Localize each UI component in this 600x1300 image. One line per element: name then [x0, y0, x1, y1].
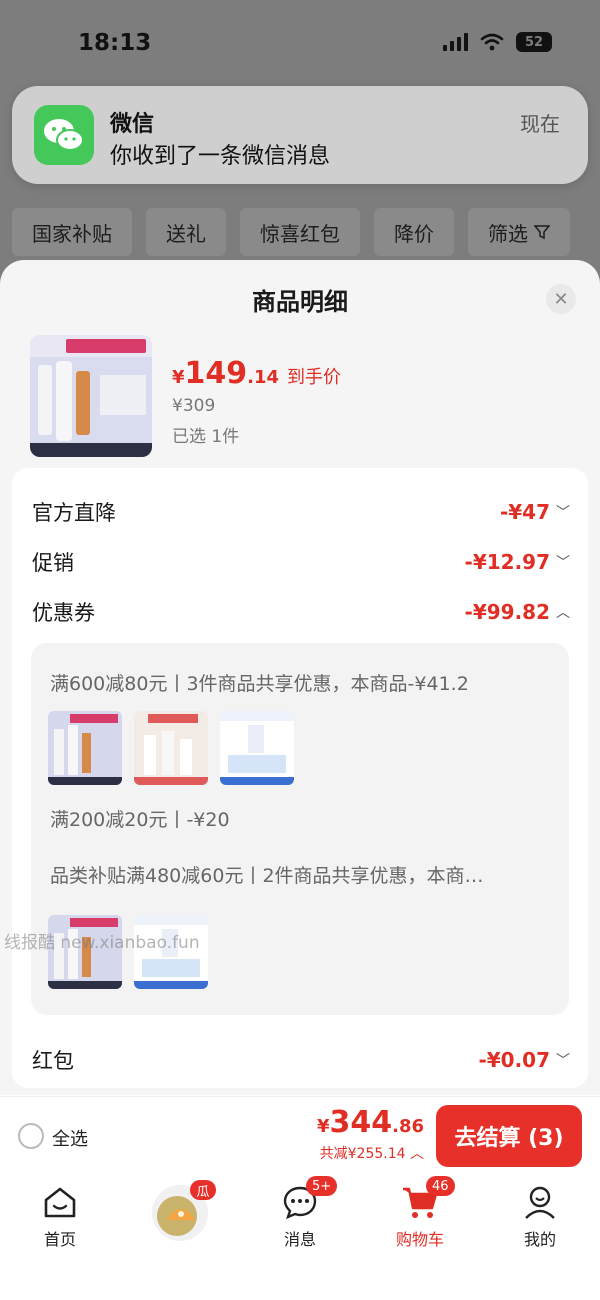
chevron-down-icon: ﹀ [556, 1053, 570, 1069]
filter-chip-gift[interactable]: 送礼 [146, 208, 226, 256]
row-label: 红包 [32, 1049, 74, 1073]
chevron-down-icon: ﹀ [556, 505, 570, 521]
filter-label: 国家补贴 [32, 221, 112, 246]
coupon-line: 满200减20元丨-¥20 [50, 809, 230, 831]
tab-bar: 首页 瓜 5+ 消息 46 购物车 我的 [0, 1174, 600, 1300]
signal-icon [443, 33, 468, 51]
product-thumbnail [48, 711, 122, 785]
notification-time: 现在 [520, 112, 560, 136]
tab-label: 购物车 [395, 1230, 444, 1249]
filter-row: 国家补贴 送礼 惊喜红包 降价 筛选 [12, 208, 570, 256]
promo-badge: 瓜 [190, 1180, 216, 1200]
coupon-line: 品类补贴满480减60元丨2件商品共享优惠，本商… [50, 865, 484, 887]
total-currency: ¥ [316, 1116, 330, 1137]
filter-chip-filter[interactable]: 筛选 [468, 208, 570, 256]
filter-chip-red-packet[interactable]: 惊喜红包 [240, 208, 360, 256]
red-packet-row[interactable]: 红包 -¥0.07 ﹀ [32, 1040, 570, 1080]
selected-count: 已选 1件 [172, 427, 240, 447]
total-decimal: .86 [392, 1116, 424, 1137]
total-saved-text: 共减¥255.14 [319, 1146, 406, 1162]
total-price: ¥ 344 .86 [317, 1105, 424, 1140]
official-cut-row[interactable]: 官方直降 -¥47 ﹀ [32, 492, 570, 532]
tab-home[interactable]: 首页 [0, 1180, 120, 1250]
close-button[interactable]: ✕ [546, 284, 576, 314]
filter-label: 送礼 [166, 221, 206, 246]
price-suffix: 到手价 [287, 367, 342, 388]
filter-chip-subsidy[interactable]: 国家补贴 [12, 208, 132, 256]
battery-icon: 52 [516, 32, 552, 52]
chevron-up-icon: ︿ [556, 605, 570, 621]
checkout-bar: 全选 ¥ 344 .86 共减¥255.14 ︿ 去结算 (3) [0, 1096, 600, 1174]
status-bar: 18:13 52 [0, 0, 600, 88]
original-price: ¥309 [172, 396, 216, 416]
row-value: -¥99.82 [464, 600, 550, 624]
tab-mine[interactable]: 我的 [480, 1180, 600, 1250]
checkout-button[interactable]: 去结算 (3) [436, 1105, 582, 1167]
watermark: 线报酷 new.xianbao.fun [4, 933, 200, 953]
wifi-icon [480, 33, 504, 51]
promotion-row[interactable]: 促销 -¥12.97 ﹀ [32, 542, 570, 582]
cart-badge: 46 [426, 1176, 455, 1196]
row-label: 优惠券 [32, 601, 95, 625]
tab-label: 消息 [283, 1230, 316, 1249]
price-integer: 149 [184, 356, 248, 391]
notification-message: 你收到了一条微信消息 [110, 144, 331, 169]
sheet-title: 商品明细 [252, 288, 348, 316]
coupon-row[interactable]: 优惠券 -¥99.82 ︿ [32, 592, 570, 632]
close-icon: ✕ [553, 288, 569, 310]
price-currency: ¥ [172, 367, 185, 388]
coupon-detail-box: 满600减80元丨3件商品共享优惠，本商品-¥41.2 满200减20元丨-¥2… [31, 643, 569, 1015]
row-value: -¥47 [499, 500, 550, 524]
filter-label: 降价 [394, 221, 434, 246]
status-time: 18:13 [78, 30, 152, 56]
status-icons: 52 [443, 32, 552, 52]
price-decimal: .14 [247, 367, 280, 388]
funnel-icon [534, 225, 550, 240]
filter-label: 惊喜红包 [260, 221, 340, 246]
product-thumbnail [134, 711, 208, 785]
row-label: 官方直降 [32, 501, 116, 525]
discount-detail-card: 官方直降 -¥47 ﹀ 促销 -¥12.97 ﹀ 优惠券 -¥99.82 ︿ 满600… [12, 468, 588, 1088]
row-value: -¥12.97 [464, 550, 550, 574]
product-image[interactable] [30, 335, 152, 457]
tab-label: 我的 [523, 1230, 556, 1249]
chevron-down-icon: ﹀ [556, 555, 570, 571]
total-integer: 344 [329, 1105, 393, 1140]
select-all-radio[interactable] [18, 1123, 44, 1149]
row-label: 促销 [32, 551, 74, 575]
filter-label: 筛选 [488, 221, 528, 246]
home-icon [44, 1187, 76, 1218]
total-saved[interactable]: 共减¥255.14 ︿ [320, 1143, 424, 1163]
product-price: ¥ 149 .14 到手价 [172, 356, 341, 391]
filter-chip-price-drop[interactable]: 降价 [374, 208, 454, 256]
tab-label: 首页 [43, 1230, 76, 1249]
chevron-up-icon: ︿ [410, 1146, 424, 1162]
tab-messages[interactable]: 5+ 消息 [240, 1176, 360, 1250]
messages-badge: 5+ [306, 1176, 338, 1196]
user-icon [525, 1186, 555, 1219]
product-detail-sheet: 商品明细 ✕ ¥ 149 .14 到手价 ¥309 已选 1件 官方直降 -¥4… [0, 260, 600, 1095]
wechat-notification[interactable]: 微信 你收到了一条微信消息 现在 [12, 86, 588, 184]
product-thumbnail [220, 711, 294, 785]
tab-promo[interactable]: 瓜 [120, 1180, 240, 1246]
tab-cart[interactable]: 46 购物车 [360, 1176, 480, 1250]
row-value: -¥0.07 [478, 1048, 550, 1072]
wechat-icon [34, 105, 94, 165]
select-all-label[interactable]: 全选 [52, 1125, 88, 1151]
coupon-line: 满600减80元丨3件商品共享优惠，本商品-¥41.2 [50, 673, 469, 695]
notification-app-name: 微信 [110, 112, 155, 137]
